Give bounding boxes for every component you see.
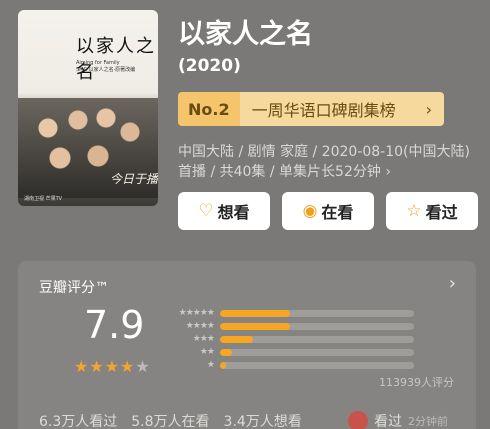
- star-outline-icon: ☆: [406, 201, 422, 221]
- distribution-row: ★★: [168, 346, 414, 358]
- watched-button[interactable]: ☆ 看过: [386, 192, 478, 230]
- poster-title: 以家人之名: [76, 36, 156, 83]
- avatar: [348, 411, 368, 429]
- poster-signature: 今日于播: [110, 172, 158, 186]
- star-filled-icon: ★: [104, 357, 121, 376]
- rating-score: 7.9: [84, 303, 145, 347]
- chevron-right-icon: ›: [425, 99, 432, 119]
- star-filled-icon: ★: [74, 357, 90, 376]
- page-title: 以家人之名: [178, 19, 313, 50]
- distribution-bar: [220, 361, 226, 369]
- rank-list-name: 一周华语口碑剧集榜 ›: [239, 92, 444, 126]
- chevron-right-icon[interactable]: ›: [449, 273, 456, 294]
- poster-subtitle: Aiming for Family SMC·以家人之名·原著改编: [76, 60, 136, 73]
- poster-image[interactable]: 以家人之名 Aiming for Family SMC·以家人之名·原著改编 今日…: [18, 10, 158, 206]
- distribution-bar: [220, 322, 290, 330]
- rating-count: 113939人评分: [379, 376, 454, 389]
- target-icon: ◉: [302, 201, 318, 221]
- distribution-track: [220, 309, 414, 317]
- poster-logos: 湖南卫视 芒果TV: [24, 196, 63, 202]
- distribution-row: ★: [168, 359, 414, 371]
- watch-stats: 6.3万人看过 5.8万人在看 3.4万人想看: [39, 411, 302, 429]
- release-year: (2020): [178, 56, 241, 76]
- distribution-track: [220, 348, 414, 356]
- watching-button[interactable]: ◉ 在看: [282, 192, 374, 230]
- rating-distribution: ★★★★★ ★★★★ ★★★ ★★ ★: [168, 307, 414, 372]
- distribution-stars: ★★★★: [185, 321, 215, 331]
- watching-count[interactable]: 5.8万人在看: [131, 411, 209, 429]
- want-to-watch-button[interactable]: ♡ 想看: [178, 192, 270, 230]
- star-filled-icon: ★: [89, 357, 105, 376]
- recent-activity[interactable]: 看过 2分钟前: [348, 411, 448, 429]
- distribution-bar: [220, 309, 290, 317]
- distribution-stars: ★: [206, 360, 215, 370]
- ranking-badge[interactable]: No.2 一周华语口碑剧集榜 ›: [178, 92, 444, 126]
- rating-label: 豆瓣评分™: [39, 280, 109, 296]
- distribution-row: ★★★★: [168, 320, 414, 332]
- distribution-track: [220, 361, 414, 369]
- distribution-row: ★★★★★: [168, 307, 414, 319]
- distribution-stars: ★★★: [192, 334, 215, 344]
- movie-meta-info[interactable]: 中国大陆 / 剧情 家庭 / 2020-08-10(中国大陆)首播 / 共40集…: [178, 142, 470, 182]
- rating-stars: ★★★★★: [74, 357, 151, 376]
- star-filled-icon: ★: [120, 357, 136, 376]
- rank-list-label: 一周华语口碑剧集榜: [251, 101, 396, 120]
- rating-card[interactable]: 豆瓣评分™ › 7.9 ★★★★★ ★★★★★ ★★★★ ★★★ ★★ ★ 113939…: [18, 261, 476, 429]
- recent-time: 2分钟前: [408, 415, 448, 428]
- distribution-bar: [220, 335, 253, 343]
- distribution-track: [220, 335, 414, 343]
- want-count[interactable]: 3.4万人想看: [224, 411, 302, 429]
- star-empty-icon: ★: [135, 357, 151, 376]
- watched-count[interactable]: 6.3万人看过: [39, 411, 117, 429]
- distribution-track: [220, 322, 414, 330]
- distribution-row: ★★★: [168, 333, 414, 345]
- distribution-stars: ★★★★★: [178, 308, 215, 318]
- want-to-watch-label: 想看: [217, 203, 250, 222]
- recent-action: 看过: [374, 414, 402, 429]
- distribution-bar: [220, 348, 232, 356]
- watching-label: 在看: [321, 203, 354, 222]
- action-buttons: ♡ 想看 ◉ 在看 ☆ 看过: [178, 192, 478, 230]
- rank-number: No.2: [178, 92, 240, 126]
- heart-plus-icon: ♡: [198, 201, 214, 221]
- watched-label: 看过: [425, 203, 458, 222]
- distribution-stars: ★★: [199, 347, 215, 357]
